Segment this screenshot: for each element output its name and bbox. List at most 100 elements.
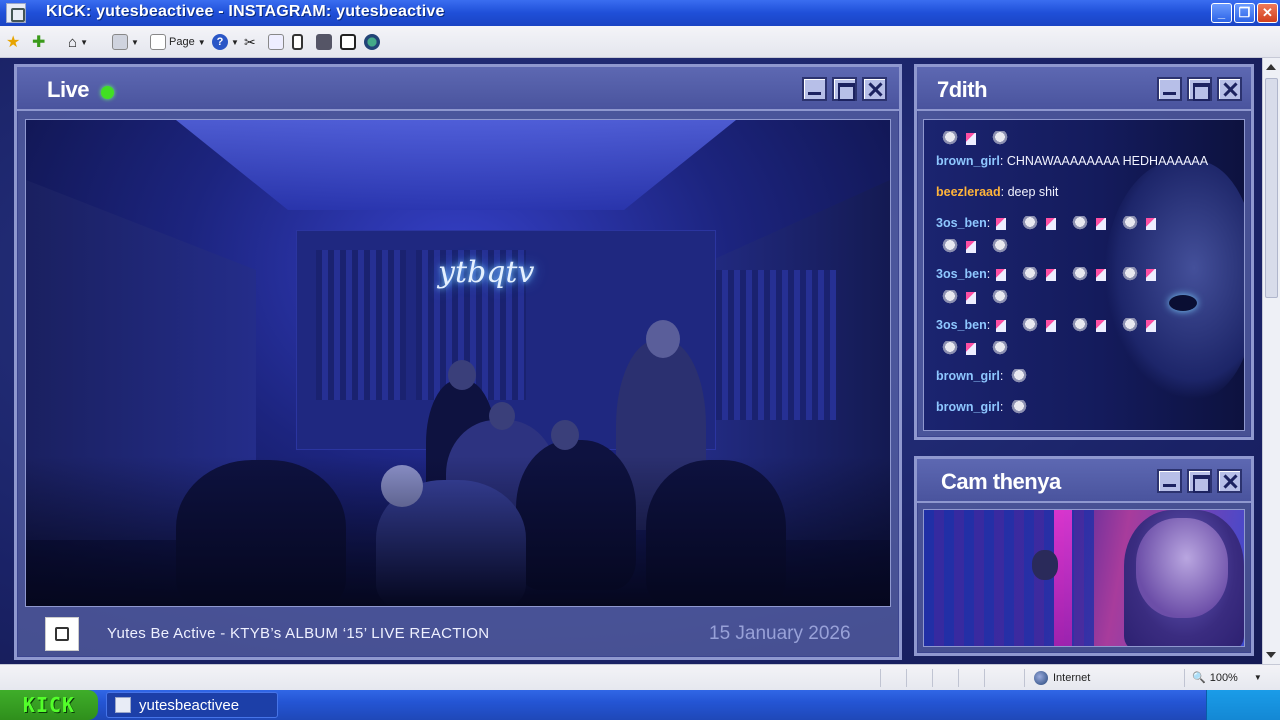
emote-icon [1145, 217, 1156, 230]
chat-colon: : [986, 318, 991, 332]
emote-icon [1021, 267, 1038, 283]
status-separator [880, 669, 881, 687]
system-tray[interactable] [1206, 690, 1280, 720]
emote-icon [1010, 400, 1027, 416]
chat-username[interactable]: brown_girl [936, 154, 1000, 168]
chat-username[interactable]: 3os_ben [936, 216, 987, 230]
chat-username[interactable]: brown_girl [936, 369, 1000, 383]
maximize-button[interactable]: ❐ [1234, 3, 1255, 23]
emote-icon [966, 291, 976, 304]
emote-icon [1145, 268, 1156, 281]
cam-person-head [1136, 518, 1228, 618]
status-separator [984, 669, 985, 687]
close-button[interactable]: ✕ [1257, 3, 1278, 23]
scroll-down-icon[interactable] [1266, 652, 1276, 658]
cam-neon-light [1054, 510, 1072, 646]
stream-title: Yutes Be Active - KTYB’s ALBUM ‘15’ LIVE… [107, 625, 490, 642]
chat-message: 3os_ben: [936, 267, 1168, 283]
chat-text: CHNAWAAAAAAAA HEDHAAAAAA [1006, 154, 1209, 168]
browser-icon [115, 697, 131, 713]
status-separator [958, 669, 959, 687]
cam-maximize-button[interactable] [1187, 469, 1212, 493]
acoustic-panel-right [716, 270, 836, 420]
page-content: Live ytbqtv Yutes Be Active - KTYB’s ALB… [0, 58, 1262, 664]
emote-icon [1071, 216, 1088, 232]
chat-minimize-button[interactable] [1157, 77, 1182, 101]
live-minimize-button[interactable] [802, 77, 827, 101]
chat-username[interactable]: brown_girl [936, 400, 1000, 414]
page-scrollbar[interactable] [1262, 58, 1280, 664]
emote-icon [992, 131, 1008, 147]
home-icon[interactable]: ⌂ ▼ [68, 33, 88, 51]
emote-icon [942, 341, 958, 357]
chat-close-button[interactable] [1217, 77, 1242, 101]
chat-message: beezleraad: deep shit [936, 185, 1058, 199]
emote-icon [1071, 267, 1088, 283]
window-titlebar: KICK: yutesbeactivee - INSTAGRAM: yutesb… [0, 0, 1280, 26]
window-title: KICK: yutesbeactivee - INSTAGRAM: yutesb… [46, 3, 445, 20]
person-head [551, 420, 579, 450]
emote-icon [992, 239, 1008, 255]
person-head [489, 402, 515, 430]
taskbar: KICK yutesbeactivee [0, 690, 1280, 720]
cam-background-person [1032, 550, 1058, 580]
emote-row [938, 130, 1014, 148]
add-favorite-icon[interactable]: ✚ [32, 33, 45, 51]
emote-icon [1121, 318, 1138, 334]
emote-icon [966, 240, 976, 253]
favorites-star-icon[interactable]: ★ [6, 33, 20, 51]
channel-logo [45, 617, 79, 651]
page-menu[interactable]: Page ▼ [150, 33, 206, 51]
chat-colon: : [999, 400, 1004, 414]
status-separator [932, 669, 933, 687]
scroll-up-icon[interactable] [1266, 64, 1276, 70]
chat-feed[interactable]: brown_girl: CHNAWAAAAAAAA HEDHAAAAAA bee… [923, 119, 1245, 431]
chat-panel-header: 7dith [917, 67, 1251, 111]
chat-message: 3os_ben: [936, 216, 1168, 232]
chat-panel-title: 7dith [937, 77, 988, 102]
help-icon[interactable]: ? ▼ [212, 33, 239, 51]
minimize-button[interactable]: _ [1211, 3, 1232, 23]
live-panel-title: Live [47, 77, 90, 102]
chat-username[interactable]: 3os_ben [936, 318, 987, 332]
person-head [646, 320, 680, 358]
emote-icon [1021, 216, 1038, 232]
feeds-icon[interactable]: ▼ [112, 33, 139, 51]
chat-username[interactable]: beezleraad [936, 185, 1001, 199]
chat-maximize-button[interactable] [1187, 77, 1212, 101]
chat-panel: 7dith brown_girl: CHNAWAAAAAAAA HEDHAAAA… [914, 64, 1254, 440]
research-icon[interactable] [316, 33, 332, 51]
stream-video[interactable]: ytbqtv [25, 119, 891, 607]
magnifier-icon: 🔍 [1192, 672, 1206, 684]
chat-message: 3os_ben: [936, 318, 1168, 334]
live-close-button[interactable] [862, 77, 887, 101]
scroll-thumb[interactable] [1265, 78, 1278, 298]
tools-icon[interactable]: ✂ [244, 33, 256, 51]
chat-username[interactable]: 3os_ben [936, 267, 987, 281]
live-maximize-button[interactable] [832, 77, 857, 101]
emote-row [938, 238, 1014, 256]
emote-icon [1121, 216, 1138, 232]
cam-close-button[interactable] [1217, 469, 1242, 493]
chat-message: brown_girl: [936, 369, 1033, 385]
emote-icon [966, 342, 976, 355]
neon-sign: ytbqtv [438, 255, 535, 290]
page-menu-label: Page [169, 36, 195, 48]
start-button[interactable]: KICK [0, 690, 98, 720]
taskbar-window-button[interactable]: yutesbeactivee [106, 692, 278, 718]
emote-icon [1045, 217, 1056, 230]
security-zone[interactable]: Internet [1034, 671, 1090, 685]
chat-message: brown_girl: [936, 400, 1033, 416]
copy-icon[interactable] [268, 33, 284, 51]
chat-colon: : [986, 267, 991, 281]
fullscreen-icon[interactable] [340, 33, 356, 51]
zoom-control[interactable]: 🔍 100% ▼ [1192, 671, 1262, 685]
emote-icon [1095, 268, 1106, 281]
webcam-video[interactable] [923, 509, 1245, 647]
emote-icon [1010, 369, 1027, 385]
cam-minimize-button[interactable] [1157, 469, 1182, 493]
video-floor [26, 456, 890, 606]
messenger-icon[interactable] [364, 33, 380, 51]
document-icon[interactable] [292, 33, 303, 51]
status-separator [1024, 669, 1025, 687]
